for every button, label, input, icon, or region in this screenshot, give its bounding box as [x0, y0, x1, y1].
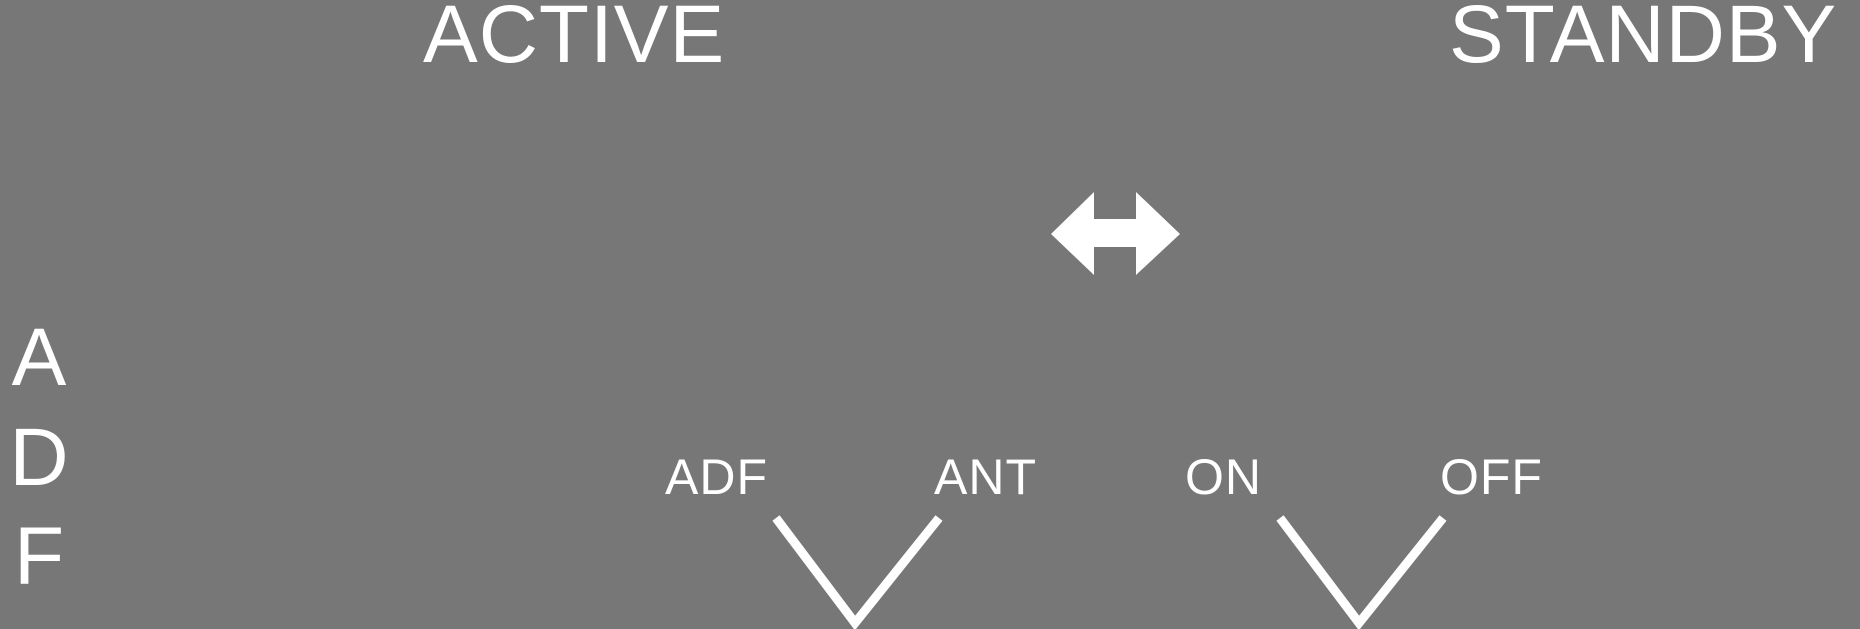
power-off-label: OFF — [1440, 449, 1543, 505]
power-selector-switch[interactable] — [1276, 515, 1447, 629]
double-arrow-icon[interactable] — [1051, 192, 1180, 275]
mode-ant-label: ANT — [934, 449, 1037, 505]
panel-graphics — [772, 192, 1447, 629]
adf-control-panel: ACTIVE STANDBY A D F ADF ANT ON OFF — [0, 0, 1860, 629]
mode-adf-label: ADF — [665, 449, 768, 505]
power-on-label: ON — [1185, 449, 1262, 505]
mode-selector-switch[interactable] — [772, 515, 943, 629]
